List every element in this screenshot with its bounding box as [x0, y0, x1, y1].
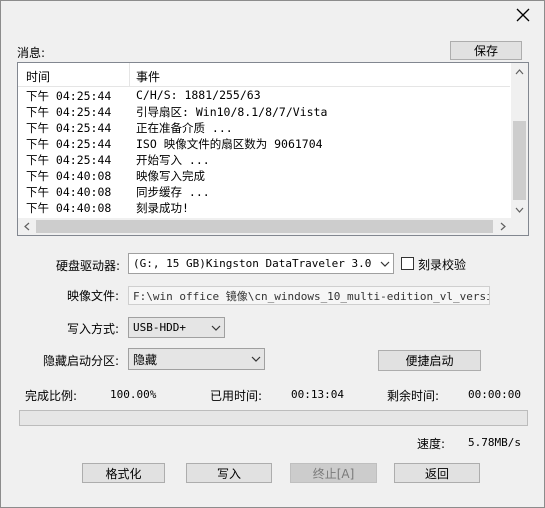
hidden-partition-label: 隐藏启动分区:: [43, 354, 120, 368]
log-header: 时间 事件: [18, 63, 510, 87]
write-mode-label: 写入方式:: [67, 322, 120, 336]
remaining-value: 00:00:00: [468, 388, 521, 401]
scroll-right-icon[interactable]: [494, 218, 511, 235]
drive-select[interactable]: (G:, 15 GB)Kingston DataTraveler 3.0 US: [128, 253, 394, 274]
log-row[interactable]: 下午 04:40:08 映像写入完成: [18, 167, 510, 183]
log-rows: 下午 04:25:44 C/H/S: 1881/255/63 下午 04:25:4…: [18, 87, 510, 215]
format-button[interactable]: 格式化: [82, 463, 165, 483]
chevron-down-icon: [208, 325, 224, 331]
close-button[interactable]: [508, 4, 538, 26]
log-time: 下午 04:25:44: [26, 89, 112, 103]
save-button[interactable]: 保存: [450, 41, 522, 60]
vertical-scrollbar[interactable]: [511, 63, 528, 218]
scroll-corner: [511, 218, 528, 235]
write-button[interactable]: 写入: [186, 463, 272, 483]
column-divider: [129, 63, 130, 87]
log-row[interactable]: 下午 04:25:44 正在准备介质 ...: [18, 119, 510, 135]
scroll-up-icon[interactable]: [511, 63, 528, 80]
quick-boot-button[interactable]: 便捷启动: [378, 350, 481, 371]
elapsed-label: 已用时间:: [210, 389, 263, 403]
log-row[interactable]: 下午 04:40:08 刻录成功!: [18, 199, 510, 215]
progress-bar: [19, 410, 528, 426]
log-row[interactable]: 下午 04:25:44 引导扇区: Win10/8.1/8/7/Vista: [18, 103, 510, 119]
message-log[interactable]: 时间 事件 下午 04:25:44 C/H/S: 1881/255/63 下午 0…: [17, 62, 529, 236]
log-time: 下午 04:25:44: [26, 137, 112, 151]
abort-button[interactable]: 终止[A]: [290, 463, 377, 483]
log-time: 下午 04:25:44: [26, 105, 112, 119]
log-event: 刻录成功!: [136, 201, 189, 215]
image-file-field[interactable]: F:\win office 镜像\cn_windows_10_multi-edi…: [128, 286, 490, 305]
verify-checkbox[interactable]: [401, 257, 414, 270]
hidden-partition-select[interactable]: 隐藏: [128, 348, 265, 370]
speed-value: 5.78MB/s: [468, 436, 521, 449]
messages-label: 消息:: [17, 46, 46, 60]
complete-label: 完成比例:: [25, 389, 78, 403]
log-event: 引导扇区: Win10/8.1/8/7/Vista: [136, 105, 328, 119]
remaining-label: 剩余时间:: [387, 389, 440, 403]
chevron-down-icon: [248, 356, 264, 362]
write-mode-value: USB-HDD+: [133, 321, 186, 334]
column-time[interactable]: 时间: [26, 68, 50, 85]
log-event: 映像写入完成: [136, 169, 205, 183]
scroll-left-icon[interactable]: [18, 218, 35, 235]
log-time: 下午 04:40:08: [26, 185, 112, 199]
verify-label[interactable]: 刻录校验: [418, 256, 466, 273]
horizontal-scrollbar[interactable]: [18, 218, 528, 235]
column-event[interactable]: 事件: [136, 68, 160, 85]
horizontal-scroll-thumb[interactable]: [36, 220, 493, 233]
log-event: 开始写入 ...: [136, 153, 210, 167]
scroll-down-icon[interactable]: [511, 201, 528, 218]
log-event: C/H/S: 1881/255/63: [136, 88, 261, 102]
complete-value: 100.00%: [110, 388, 157, 401]
drive-select-value: (G:, 15 GB)Kingston DataTraveler 3.0 US: [133, 257, 377, 270]
log-row[interactable]: 下午 04:40:08 同步缓存 ...: [18, 183, 510, 199]
log-event: 同步缓存 ...: [136, 185, 210, 199]
elapsed-value: 00:13:04: [291, 388, 344, 401]
hidden-partition-value: 隐藏: [133, 352, 158, 367]
log-time: 下午 04:40:08: [26, 169, 112, 183]
log-time: 下午 04:25:44: [26, 153, 112, 167]
speed-label: 速度:: [417, 437, 446, 451]
log-event: 正在准备介质 ...: [136, 121, 233, 135]
back-button[interactable]: 返回: [394, 463, 480, 483]
log-row[interactable]: 下午 04:25:44 ISO 映像文件的扇区数为 9061704: [18, 135, 510, 151]
drive-label: 硬盘驱动器:: [56, 259, 121, 273]
log-time: 下午 04:40:08: [26, 201, 112, 215]
log-row[interactable]: 下午 04:25:44 开始写入 ...: [18, 151, 510, 167]
log-time: 下午 04:25:44: [26, 121, 112, 135]
write-mode-select[interactable]: USB-HDD+: [128, 317, 225, 338]
image-file-label: 映像文件:: [67, 289, 120, 303]
vertical-scroll-thumb[interactable]: [513, 121, 526, 200]
log-row[interactable]: 下午 04:25:44 C/H/S: 1881/255/63: [18, 87, 510, 103]
close-icon: [516, 8, 530, 22]
log-event: ISO 映像文件的扇区数为 9061704: [136, 137, 323, 151]
chevron-down-icon: [377, 261, 393, 267]
